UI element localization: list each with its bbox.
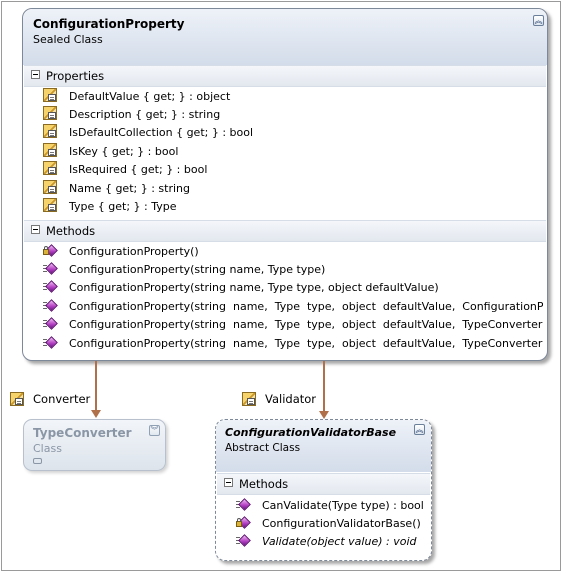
member-label: ConfigurationProperty(): [69, 245, 199, 258]
member-label: ConfigurationProperty(string name, Type …: [69, 263, 326, 276]
member-row[interactable]: ConfigurationProperty(string name, Type …: [43, 279, 543, 297]
property-icon: [43, 180, 57, 194]
method-icon: [43, 316, 58, 330]
member-label: IsRequired { get; } : bool: [69, 163, 208, 176]
member-row[interactable]: ConfigurationProperty(string name, Type …: [43, 298, 543, 316]
member-label: IsKey { get; } : bool: [69, 145, 179, 158]
class-title: ConfigurationProperty: [33, 17, 185, 31]
converter-association-line[interactable]: [95, 361, 97, 410]
property-icon: [43, 124, 57, 138]
member-label: Description { get; } : string: [69, 108, 221, 121]
property-icon: [10, 392, 24, 406]
property-icon: [43, 143, 57, 157]
member-label: ConfigurationProperty(string name, Type …: [69, 337, 543, 350]
collapse-section-icon[interactable]: [224, 478, 233, 487]
converter-arrowhead: [91, 410, 101, 418]
class-kind: Sealed Class: [33, 33, 103, 46]
member-row[interactable]: ConfigurationProperty(string name, Type …: [43, 335, 543, 353]
member-label: IsDefaultCollection { get; } : bool: [69, 126, 254, 139]
member-row[interactable]: DefaultValue { get; } : object: [43, 88, 543, 106]
section-header-properties[interactable]: Properties: [24, 65, 546, 87]
member-label: ConfigurationProperty(string name, Type …: [69, 281, 439, 294]
private-method-icon: [236, 515, 251, 529]
method-icon: [43, 261, 58, 275]
member-row[interactable]: IsDefaultCollection { get; } : bool: [43, 124, 543, 142]
section-title: Methods: [46, 224, 96, 238]
member-label: Name { get; } : string: [69, 182, 190, 195]
expand-shape-icon[interactable]: ︾: [149, 425, 160, 436]
method-icon: [43, 298, 58, 312]
class-shape-typeconverter[interactable]: TypeConverter Class ︾: [23, 419, 166, 471]
member-row[interactable]: ConfigurationProperty(string name, Type …: [43, 261, 543, 279]
method-icon: [236, 533, 251, 547]
property-icon: [43, 88, 57, 102]
property-icon: [43, 198, 57, 212]
collapse-shape-icon[interactable]: ︽: [414, 424, 425, 435]
section-title: Properties: [46, 69, 105, 83]
member-row[interactable]: CanValidate(Type type) : bool: [236, 497, 427, 515]
inheritance-marker-icon: [33, 458, 42, 464]
method-icon: [236, 497, 251, 511]
property-icon: [242, 392, 256, 406]
class-kind: Class: [33, 442, 62, 455]
member-label: ConfigurationProperty(string name, Type …: [69, 300, 543, 313]
collapse-section-icon[interactable]: [31, 70, 40, 79]
collapse-shape-icon[interactable]: ︽: [533, 15, 544, 26]
member-label: Validate(object value) : void: [262, 535, 417, 548]
section-title: Methods: [239, 477, 289, 491]
member-row[interactable]: ConfigurationProperty(): [43, 243, 543, 261]
member-row[interactable]: IsKey { get; } : bool: [43, 143, 543, 161]
property-icon: [43, 161, 57, 175]
member-row[interactable]: IsRequired { get; } : bool: [43, 161, 543, 179]
section-header-methods[interactable]: Methods: [24, 220, 546, 242]
member-label: Type { get; } : Type: [69, 200, 177, 213]
member-label: DefaultValue { get; } : object: [69, 90, 231, 103]
member-row[interactable]: Validate(object value) : void: [236, 533, 427, 551]
section-header-methods[interactable]: Methods: [217, 473, 430, 495]
validator-association-line[interactable]: [323, 361, 325, 411]
member-label: ConfigurationProperty(string name, Type …: [69, 318, 543, 331]
class-title: TypeConverter: [33, 426, 132, 440]
association-label-converter[interactable]: Converter: [33, 392, 90, 406]
member-row[interactable]: Type { get; } : Type: [43, 198, 543, 216]
member-row[interactable]: ConfigurationProperty(string name, Type …: [43, 316, 543, 334]
member-row[interactable]: Description { get; } : string: [43, 106, 543, 124]
class-shape-configurationproperty[interactable]: ConfigurationProperty Sealed Class ︽ Pro…: [22, 8, 548, 361]
class-shape-configurationvalidatorbase[interactable]: ConfigurationValidatorBase Abstract Clas…: [215, 419, 432, 561]
member-row[interactable]: ConfigurationValidatorBase(): [236, 515, 427, 533]
private-method-icon: [43, 243, 58, 257]
class-title: ConfigurationValidatorBase: [225, 426, 397, 439]
member-label: ConfigurationValidatorBase(): [262, 517, 421, 530]
validator-arrowhead: [319, 411, 329, 419]
member-label: CanValidate(Type type) : bool: [262, 499, 424, 512]
class-kind: Abstract Class: [225, 442, 301, 454]
collapse-section-icon[interactable]: [31, 225, 40, 234]
method-icon: [43, 279, 58, 293]
member-row[interactable]: Name { get; } : string: [43, 180, 543, 198]
method-icon: [43, 335, 58, 349]
association-label-validator[interactable]: Validator: [265, 392, 316, 406]
property-icon: [43, 106, 57, 120]
